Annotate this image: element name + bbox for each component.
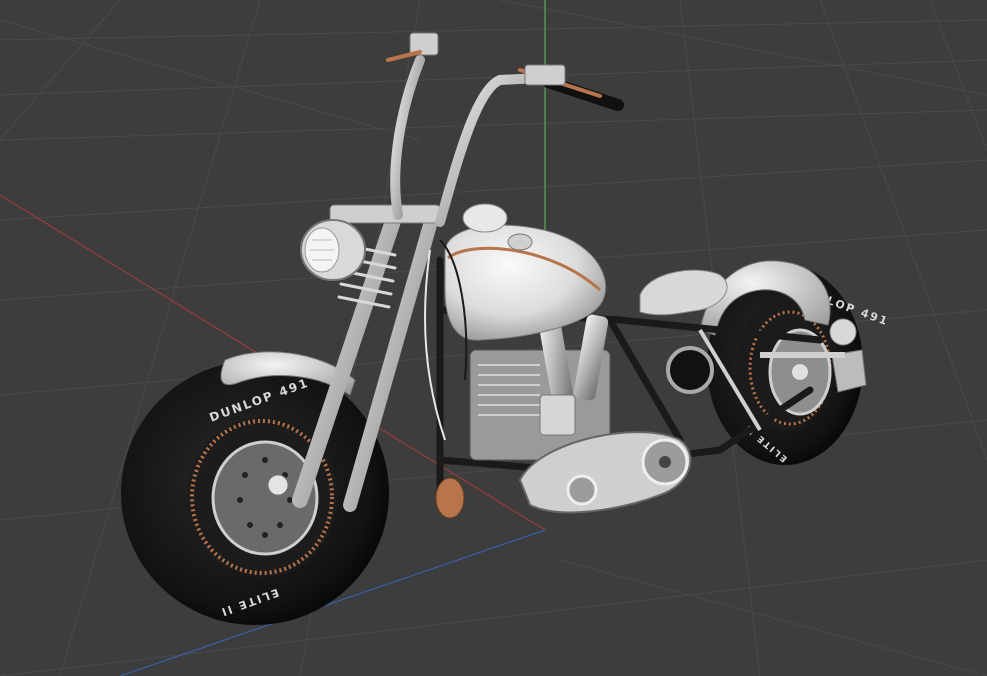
foot-peg[interactable]	[435, 477, 465, 519]
viewport-canvas[interactable]: DUNLOP 491 ELITE II DUNLOP 491 ELITE II	[0, 0, 987, 676]
motorcycle-model[interactable]: DUNLOP 491 ELITE II DUNLOP 491 ELITE II	[121, 32, 891, 625]
oil-tank	[666, 346, 714, 394]
tail-light[interactable]	[829, 318, 857, 346]
3d-viewport[interactable]: DUNLOP 491 ELITE II DUNLOP 491 ELITE II	[0, 0, 987, 676]
headlight[interactable]	[300, 219, 366, 281]
